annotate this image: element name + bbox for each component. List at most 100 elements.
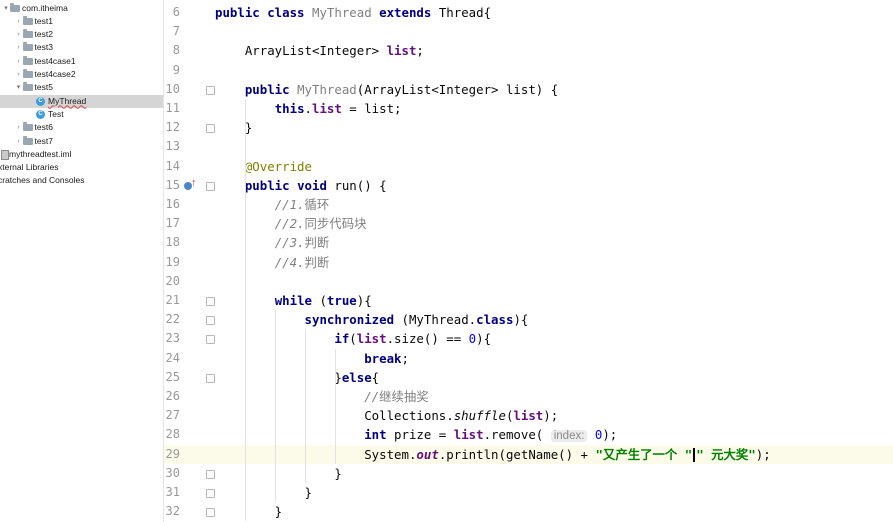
line-number: 11 <box>165 101 180 115</box>
tree-item[interactable]: ▾ com.itheima <box>0 2 163 15</box>
tree-item-label: test7 <box>34 135 53 146</box>
tree-item[interactable]: xternal Libraries <box>0 161 163 174</box>
code-token: prize = <box>394 427 454 443</box>
tree-item-label: test4case2 <box>34 69 76 79</box>
override-arrow-icon[interactable]: ↑ <box>191 177 197 189</box>
code-line[interactable]: Collections.shuffle(list); <box>215 406 558 425</box>
line-number: 27 <box>165 408 180 423</box>
chevron-right-icon[interactable]: › <box>15 135 23 148</box>
line-number: 23 <box>165 331 180 346</box>
tree-item-label: test3 <box>34 42 53 53</box>
line-number: 9 <box>172 62 180 77</box>
code-line[interactable]: } <box>215 118 252 137</box>
code-token: extends <box>379 5 439 20</box>
package-folder-icon <box>22 135 33 145</box>
package-folder-icon <box>22 122 33 132</box>
code-token: } <box>215 369 342 385</box>
tree-item[interactable]: C Test <box>0 108 163 121</box>
code-token: Thread{ <box>438 5 492 20</box>
code-line[interactable]: ArrayList<Integer> list; <box>215 41 424 60</box>
tree-item-label: test2 <box>34 29 53 40</box>
tree-item[interactable]: cratches and Consoles <box>0 174 163 187</box>
chevron-right-icon[interactable]: › <box>15 121 23 134</box>
code-token: ){ <box>356 293 372 308</box>
code-token: //2. <box>274 216 305 232</box>
code-line[interactable]: System.out.println(getName() + "又产生了一个 "… <box>215 445 771 464</box>
project-tree[interactable]: ▾ com.itheima › test1 › test2 › test3 › test4case… <box>0 0 164 522</box>
code-line[interactable]: //4.判断 <box>215 253 330 272</box>
indent-guide <box>334 348 336 464</box>
tree-item-label: mythreadtest.iml <box>9 148 72 159</box>
code-line[interactable]: public MyThread(ArrayList<Integer> list)… <box>215 80 558 99</box>
package-folder-icon <box>22 15 33 25</box>
code-line[interactable]: @Override <box>215 157 312 176</box>
line-number: 7 <box>172 24 180 39</box>
line-number: 8 <box>172 43 180 58</box>
code-token: ){ <box>513 312 529 328</box>
chevron-right-icon[interactable]: › <box>15 41 23 54</box>
module-file-icon <box>1 149 9 160</box>
code-token: " 元大奖" <box>696 446 756 462</box>
tree-item[interactable]: › test6 <box>0 121 163 134</box>
chevron-right-icon[interactable]: › <box>15 15 23 28</box>
code-line[interactable]: public class MyThread extends Thread{ <box>215 3 491 22</box>
line-number: 6 <box>172 5 180 19</box>
code-line[interactable]: //2.同步代码块 <box>215 214 367 233</box>
code-token: ( <box>319 293 327 308</box>
chevron-down-icon[interactable]: ▾ <box>15 81 23 94</box>
code-token: list <box>312 101 342 116</box>
code-line[interactable]: while (true){ <box>215 291 372 310</box>
code-token: .println(getName() + <box>438 446 596 462</box>
line-number: 17 <box>165 216 180 231</box>
java-class-icon: C <box>36 109 45 119</box>
tree-item[interactable]: › test3 <box>0 41 163 54</box>
code-line[interactable]: //3.判断 <box>215 233 330 252</box>
chevron-right-icon[interactable]: › <box>15 55 23 68</box>
code-line[interactable]: if(list.size() == 0){ <box>215 329 491 348</box>
code-token: ); <box>602 427 618 443</box>
package-folder-icon <box>10 2 20 12</box>
code-token: = list; <box>341 101 402 116</box>
line-number: 30 <box>165 465 180 480</box>
tree-item[interactable]: › test2 <box>0 28 163 41</box>
line-number: 21 <box>165 293 180 307</box>
code-line[interactable]: //1.循环 <box>215 195 330 214</box>
code-line[interactable]: } <box>215 502 282 521</box>
indent-guide <box>274 310 276 503</box>
line-number: 18 <box>165 235 180 250</box>
chevron-down-icon[interactable]: ▾ <box>2 2 10 15</box>
code-token: ); <box>755 446 771 462</box>
line-number: 26 <box>165 389 180 403</box>
chevron-right-icon[interactable]: › <box>15 28 23 41</box>
tree-item[interactable]: › test4case2 <box>0 68 163 81</box>
tree-item-label: xternal Libraries <box>0 162 59 173</box>
code-editor[interactable]: public class MyThread extends Thread{ Ar… <box>211 0 893 522</box>
code-token: shuffle <box>453 408 506 424</box>
tree-item[interactable]: ▾ test5 <box>0 81 163 94</box>
code-line[interactable]: } <box>215 464 341 483</box>
tree-item[interactable]: › test7 <box>0 135 163 148</box>
code-token: list <box>453 427 484 443</box>
tree-item[interactable]: › test1 <box>0 15 163 28</box>
tree-item[interactable]: › test4case1 <box>0 55 163 68</box>
line-number: 32 <box>165 504 180 519</box>
code-line[interactable]: synchronized (MyThread.class){ <box>215 310 529 329</box>
code-line[interactable]: //继续抽奖 <box>215 387 428 406</box>
code-token: ){ <box>476 331 492 347</box>
tree-item[interactable]: C MyThread <box>0 94 163 108</box>
code-line[interactable]: } <box>215 483 312 502</box>
tree-item[interactable]: mythreadtest.iml <box>0 148 163 161</box>
package-folder-icon <box>22 29 33 39</box>
code-line[interactable]: public void run() { <box>215 176 387 195</box>
code-token: 判断 <box>304 254 330 270</box>
code-token: out <box>416 446 439 462</box>
code-line[interactable]: this.list = list; <box>215 99 402 118</box>
code-token: ; <box>416 43 424 59</box>
code-token: MyThread <box>311 5 380 20</box>
code-token: ); <box>543 408 559 424</box>
chevron-right-icon[interactable]: › <box>15 68 23 81</box>
code-line[interactable]: }else{ <box>215 368 379 387</box>
